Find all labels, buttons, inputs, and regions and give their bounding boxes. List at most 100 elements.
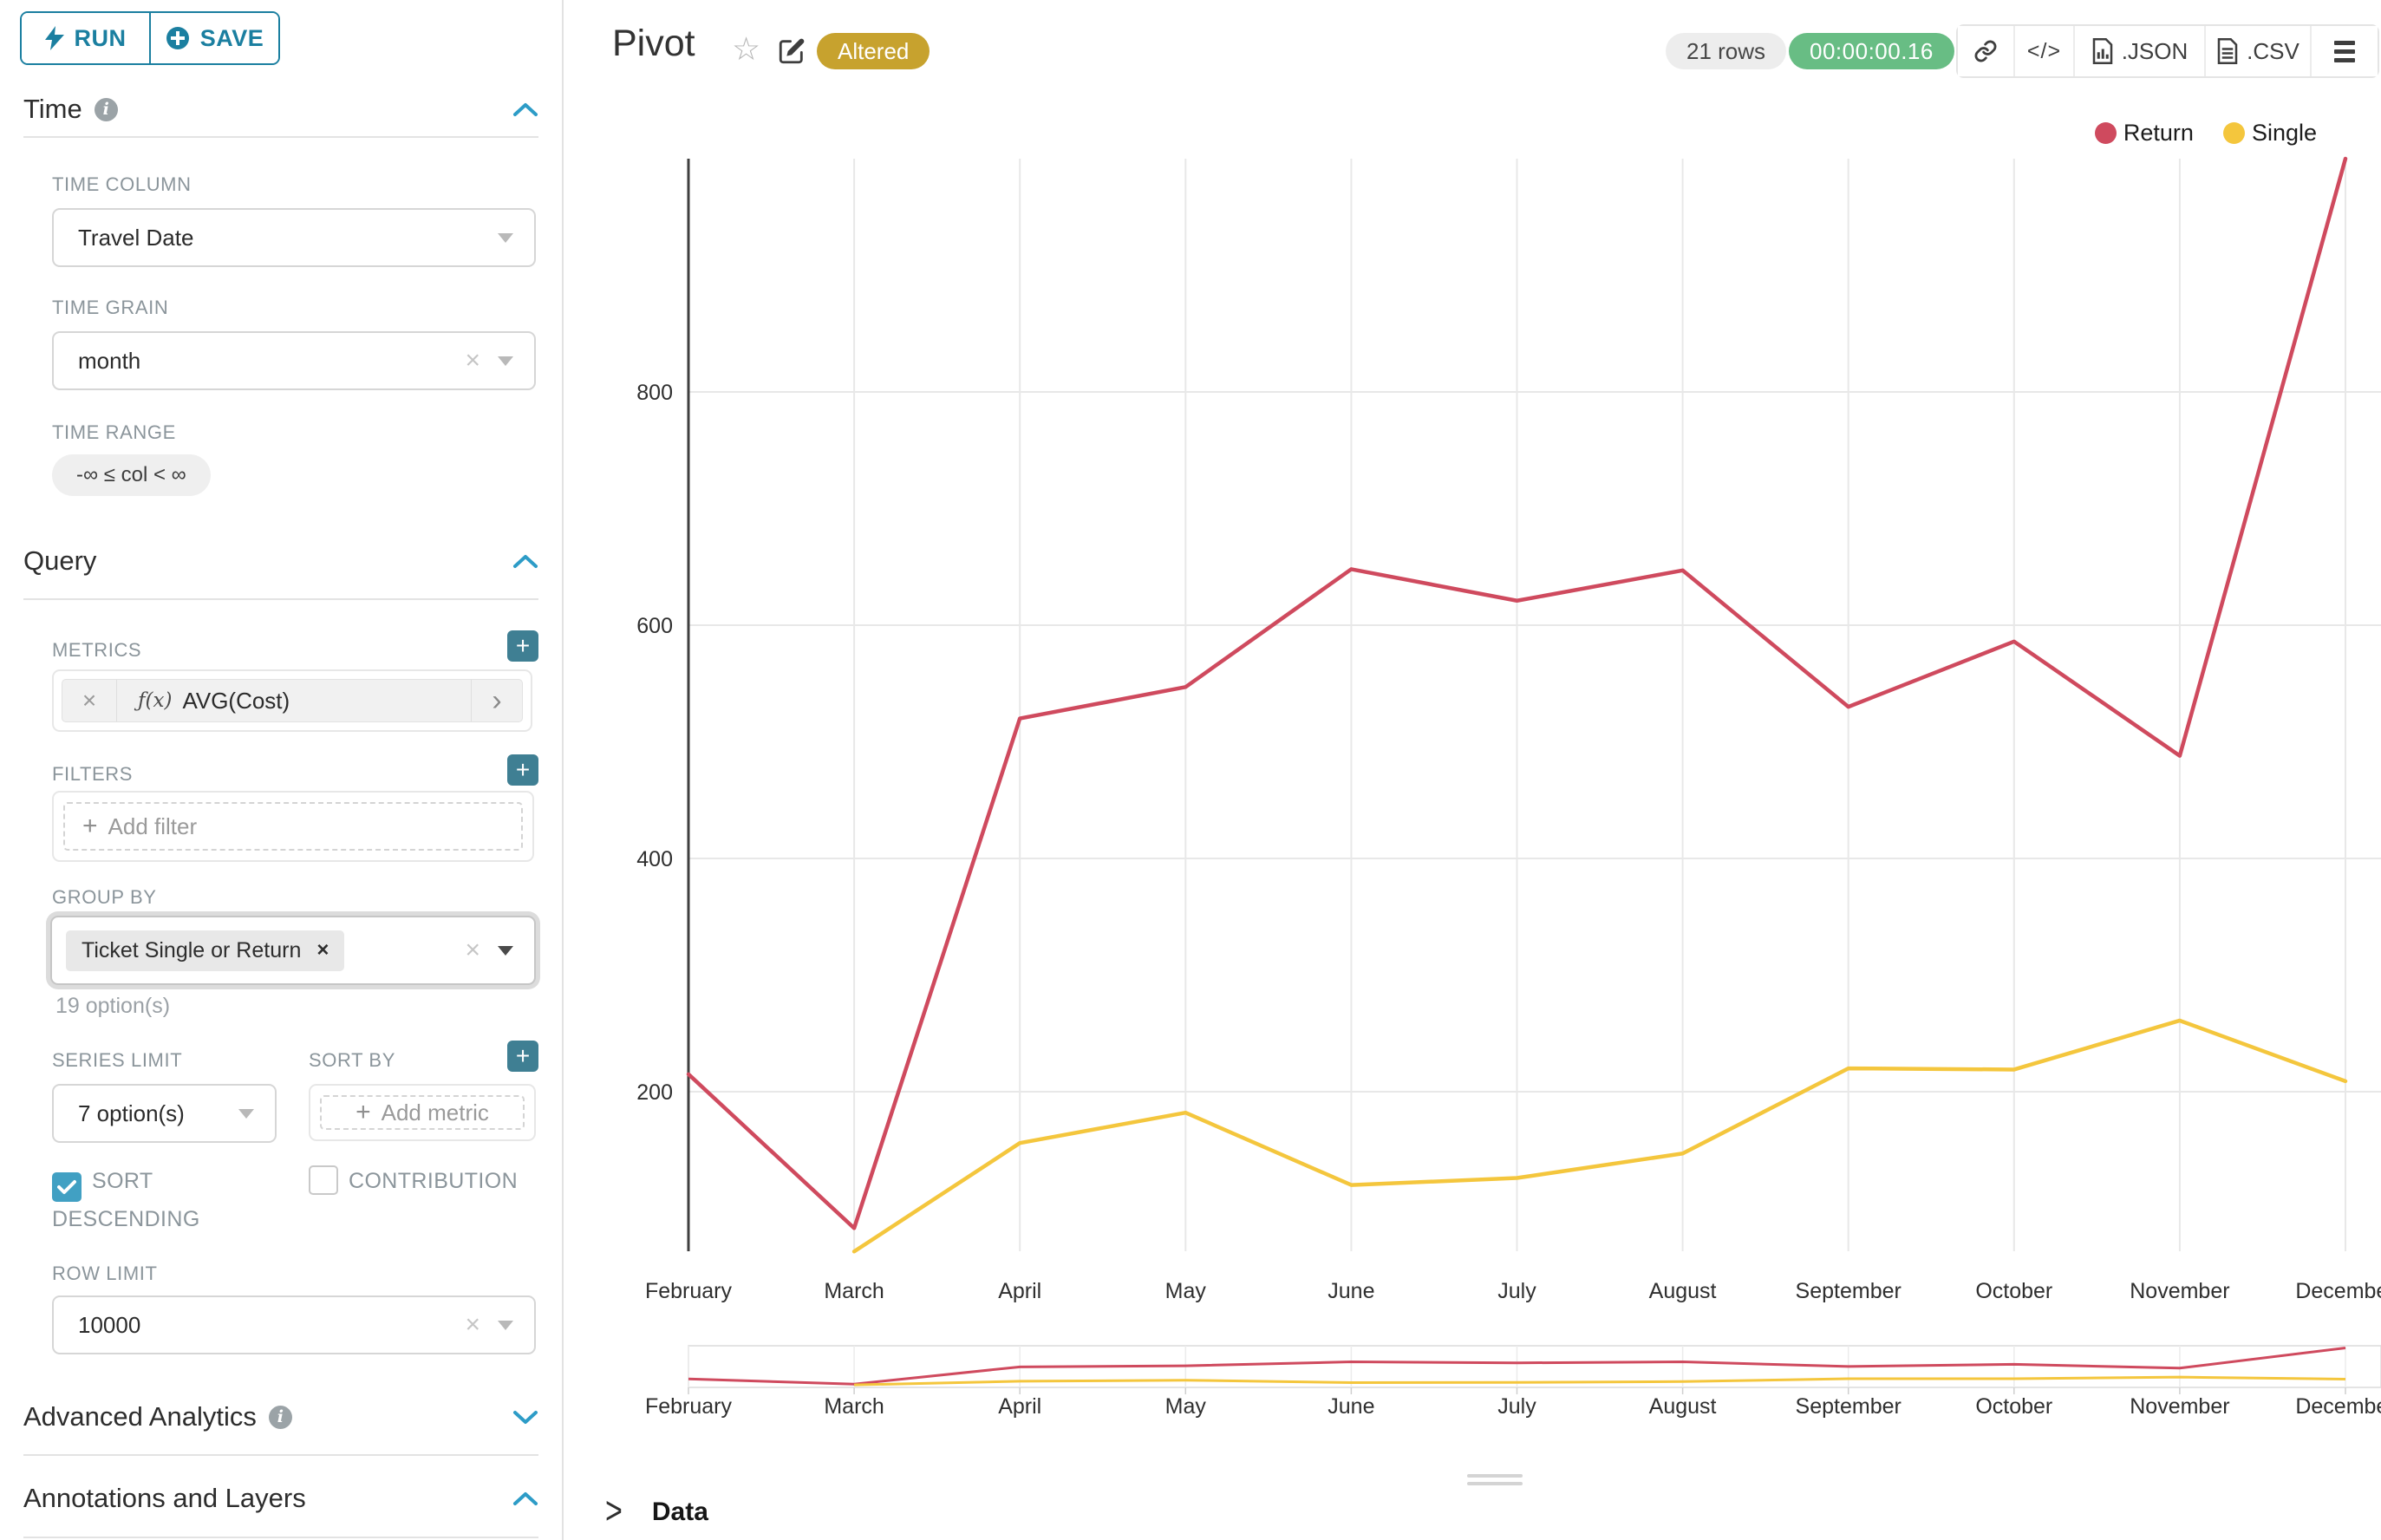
plus-icon: + [82,813,98,839]
series-limit-value: 7 option(s) [78,1100,238,1127]
chevron-down-icon[interactable] [512,1409,538,1425]
svg-text:July: July [1497,1279,1536,1303]
svg-text:July: July [1497,1394,1536,1419]
chevron-up-icon[interactable] [512,1491,538,1506]
metric-body[interactable]: ƒ(x) AVG(Cost) [117,688,471,715]
add-sort-metric-button[interactable]: + [507,1041,538,1072]
svg-text:February: February [645,1279,733,1303]
metric-item: × ƒ(x) AVG(Cost) › [52,669,532,732]
row-limit-select[interactable]: 10000 × [52,1295,536,1354]
add-filter-button[interactable]: + [507,754,538,786]
group-by-select[interactable]: Ticket Single or Return × × [50,916,536,985]
time-grain-select[interactable]: month × [52,331,536,390]
time-range-pill[interactable]: -∞ ≤ col < ∞ [52,454,211,496]
add-filter-dropzone[interactable]: + Add filter [63,802,523,851]
series-limit-label: SERIES LIMIT [52,1049,182,1072]
run-button-label: RUN [75,25,127,52]
svg-text:September: September [1796,1394,1902,1419]
remove-tag-icon[interactable]: × [316,938,329,962]
group-by-tag: Ticket Single or Return × [66,930,344,971]
svg-text:May: May [1165,1279,1207,1303]
svg-text:May: May [1165,1394,1207,1419]
time-column-label: TIME COLUMN [52,173,192,196]
chevron-up-icon[interactable] [512,553,538,569]
divider [23,136,538,138]
contribution-control: CONTRIBUTION [309,1164,551,1198]
options-count-hint: 19 option(s) [55,994,170,1019]
run-save-button-group: RUN SAVE [20,11,280,65]
time-section-title: Time [23,94,82,125]
svg-text:October: October [1975,1279,2052,1303]
time-grain-label: TIME GRAIN [52,297,168,319]
info-icon: i [95,98,118,121]
time-section-header[interactable]: Time i [23,90,538,128]
metric-value: AVG(Cost) [182,688,290,715]
chevron-up-icon[interactable] [512,101,538,117]
svg-text:September: September [1796,1279,1902,1303]
resize-grabber[interactable] [1467,1474,1523,1490]
filters-box: + Add filter [52,791,534,862]
sort-descending-checkbox[interactable] [52,1172,82,1202]
time-column-value: Travel Date [78,225,498,251]
series-limit-select[interactable]: 7 option(s) [52,1084,277,1143]
advanced-analytics-section-header[interactable]: Advanced Analytics i [23,1398,538,1436]
data-panel-label: Data [652,1498,708,1527]
metrics-label: METRICS [52,639,141,662]
query-section-title: Query [23,545,96,577]
caret-down-icon [498,946,513,956]
caret-down-icon [238,1109,254,1119]
svg-text:600: 600 [636,614,673,638]
plus-circle-icon [166,26,190,50]
svg-text:400: 400 [636,847,673,871]
sort-by-label: SORT BY [309,1049,395,1072]
clear-icon[interactable]: × [465,1312,480,1338]
svg-text:April: April [998,1394,1041,1419]
explore-page: RUN SAVE Time i TIME COLUMN Travel Date [0,0,2381,1540]
svg-text:June: June [1327,1394,1374,1419]
data-panel-expander[interactable]: > Data [605,1495,708,1529]
advanced-analytics-title: Advanced Analytics [23,1401,257,1432]
svg-text:October: October [1975,1394,2052,1419]
caret-down-icon [498,356,513,366]
annotations-title: Annotations and Layers [23,1483,306,1514]
svg-text:800: 800 [636,381,673,405]
time-column-select[interactable]: Travel Date [52,208,536,267]
row-limit-value: 10000 [78,1312,465,1339]
add-sort-metric-dropzone[interactable]: + Add metric [320,1095,525,1130]
time-range-label: TIME RANGE [52,421,176,444]
plus-icon: + [516,634,530,658]
time-grain-value: month [78,348,465,375]
svg-text:February: February [645,1394,733,1419]
contribution-checkbox[interactable] [309,1165,338,1195]
sort-descending-control: SORT DESCENDING [52,1164,260,1237]
contribution-label: CONTRIBUTION [349,1169,518,1193]
svg-text:March: March [824,1394,884,1419]
svg-text:June: June [1327,1279,1374,1303]
svg-text:August: August [1649,1279,1717,1303]
group-by-label: GROUP BY [52,886,157,909]
plus-icon: + [356,1100,371,1126]
svg-text:December: December [2295,1394,2381,1419]
save-button[interactable]: SAVE [149,13,278,63]
divider [23,1537,538,1538]
caret-down-icon [498,1321,513,1330]
clear-icon[interactable]: × [465,348,480,374]
divider [23,598,538,600]
add-metric-label: Add metric [382,1100,489,1126]
check-icon [57,1179,76,1195]
svg-text:November: November [2130,1394,2229,1419]
row-limit-label: ROW LIMIT [52,1263,158,1285]
save-button-label: SAVE [200,25,264,52]
annotations-section-header[interactable]: Annotations and Layers [23,1479,538,1517]
add-filter-label: Add filter [108,813,198,840]
plus-icon: + [516,758,530,782]
clear-icon[interactable]: × [465,937,480,963]
remove-metric-icon[interactable]: × [62,680,117,721]
chart-panel: Pivot ☆ Altered 21 rows 00:00:00.16 </> [564,0,2381,1540]
run-button[interactable]: RUN [22,13,149,63]
expand-metric-icon[interactable]: › [471,680,522,721]
svg-text:August: August [1649,1394,1717,1419]
add-metric-button[interactable]: + [507,630,538,662]
query-section-header[interactable]: Query [23,542,538,580]
line-chart-canvas[interactable]: 200400600800FebruaryMarchAprilMayJuneJul… [564,0,2381,1540]
